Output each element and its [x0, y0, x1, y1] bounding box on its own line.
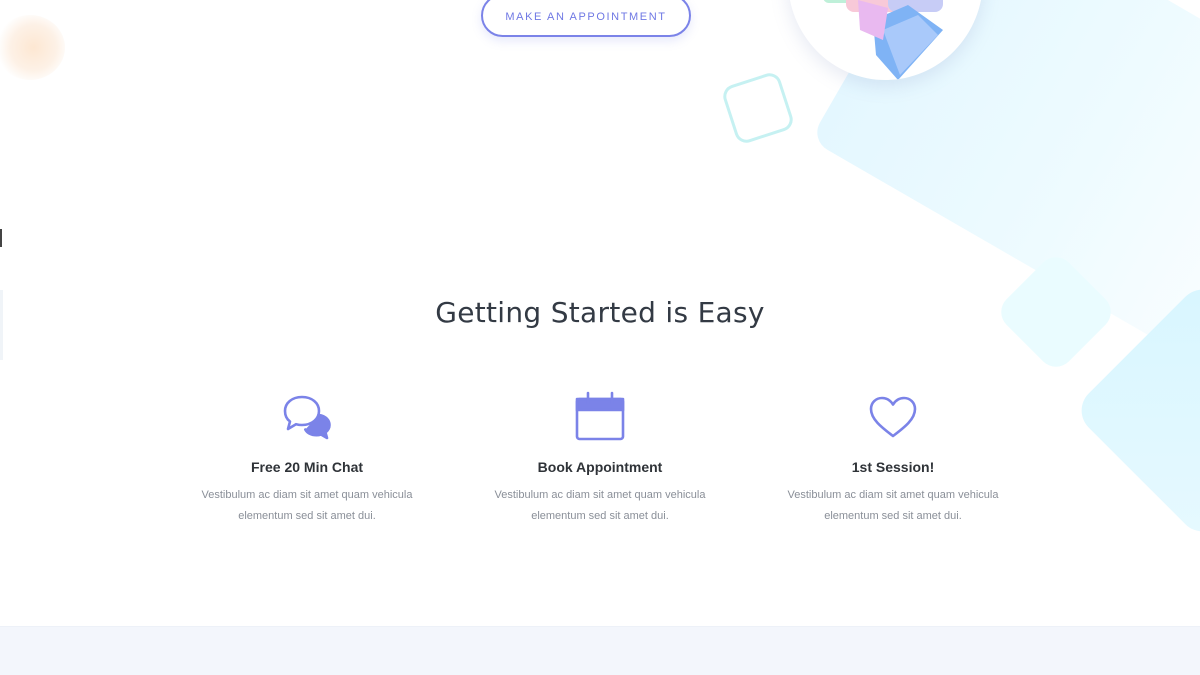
- chat-bubbles-icon: [280, 390, 334, 444]
- hero-illustration: [788, 0, 983, 80]
- page: MAKE AN APPOINTMENT Getting Started is E…: [0, 0, 1200, 675]
- decorative-blob: [0, 15, 65, 80]
- heart-icon: [866, 390, 920, 444]
- feature-description: Vestibulum ac diam sit amet quam vehicul…: [201, 489, 413, 522]
- decorative-outline-square: [720, 70, 796, 146]
- feature-item: Book Appointment Vestibulum ac diam sit …: [465, 390, 735, 527]
- feature-title: 1st Session!: [851, 459, 935, 475]
- feature-description: Vestibulum ac diam sit amet quam vehicul…: [494, 489, 706, 522]
- section-title: Getting Started is Easy: [435, 296, 765, 329]
- feature-title: Free 20 Min Chat: [250, 459, 364, 475]
- features-row: Free 20 Min Chat Vestibulum ac diam sit …: [172, 390, 1028, 527]
- make-appointment-button[interactable]: MAKE AN APPOINTMENT: [481, 0, 691, 37]
- calendar-icon: [573, 390, 627, 444]
- next-section-band: [0, 626, 1200, 675]
- feature-item: 1st Session! Vestibulum ac diam sit amet…: [758, 390, 1028, 527]
- feature-description: Vestibulum ac diam sit amet quam vehicul…: [787, 489, 999, 522]
- feature-title: Book Appointment: [537, 459, 663, 475]
- illustration-art: [823, 0, 943, 80]
- feature-item: Free 20 Min Chat Vestibulum ac diam sit …: [172, 390, 442, 527]
- text-cursor-mark: [0, 229, 2, 247]
